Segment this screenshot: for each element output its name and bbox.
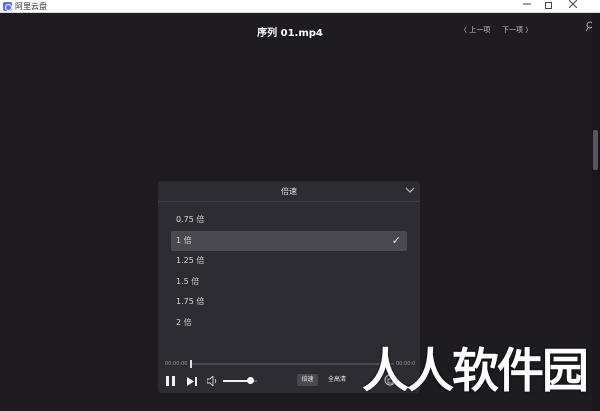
cloud-drive-logo-icon [3, 2, 12, 11]
volume-handle[interactable] [246, 377, 254, 384]
minimize-icon [523, 3, 531, 5]
maximize-icon [544, 2, 552, 9]
quality-button[interactable]: 全高清 [324, 374, 350, 386]
speed-options-list: 0.75 倍 1 倍 ✓ 1.25 倍 1.5 倍 1.75 倍 2 倍 [171, 210, 407, 334]
next-item-button[interactable]: 下一项 〉 [502, 25, 532, 35]
speed-button[interactable]: 倍速 [297, 374, 318, 386]
speed-option-0.75[interactable]: 0.75 倍 [171, 210, 407, 230]
chevron-down-icon[interactable] [404, 184, 416, 196]
speed-option-1.25[interactable]: 1.25 倍 [171, 251, 407, 271]
minimize-button[interactable] [516, 0, 538, 12]
video-title: 序列 01.mp4 [257, 28, 323, 39]
speed-option-1[interactable]: 1 倍 ✓ [171, 230, 407, 251]
pause-icon[interactable] [166, 376, 175, 386]
scrollbar-track[interactable] [592, 13, 600, 411]
current-time: 00:00:00 [165, 361, 188, 367]
watermark-text: 人人软件园 [362, 344, 589, 399]
window-title-bar: 阿里云盘 [0, 0, 600, 13]
speed-option-2[interactable]: 2 倍 [171, 313, 407, 333]
previous-item-button[interactable]: 〈 上一项 [460, 25, 490, 35]
panel-header: 倍速 [158, 181, 420, 202]
close-icon [568, 0, 578, 9]
speed-option-1.75[interactable]: 1.75 倍 [171, 292, 407, 312]
panel-title: 倍速 [281, 187, 297, 196]
close-button[interactable] [562, 0, 584, 12]
speed-option-1.5[interactable]: 1.5 倍 [171, 272, 407, 292]
next-track-icon[interactable] [187, 377, 197, 386]
checkmark-icon: ✓ [391, 233, 401, 247]
scrollbar-thumb[interactable] [593, 130, 598, 170]
maximize-button[interactable] [537, 0, 559, 12]
app-title: 阿里云盘 [15, 2, 47, 11]
speaker-icon[interactable] [207, 376, 218, 386]
progress-handle[interactable] [190, 360, 192, 368]
